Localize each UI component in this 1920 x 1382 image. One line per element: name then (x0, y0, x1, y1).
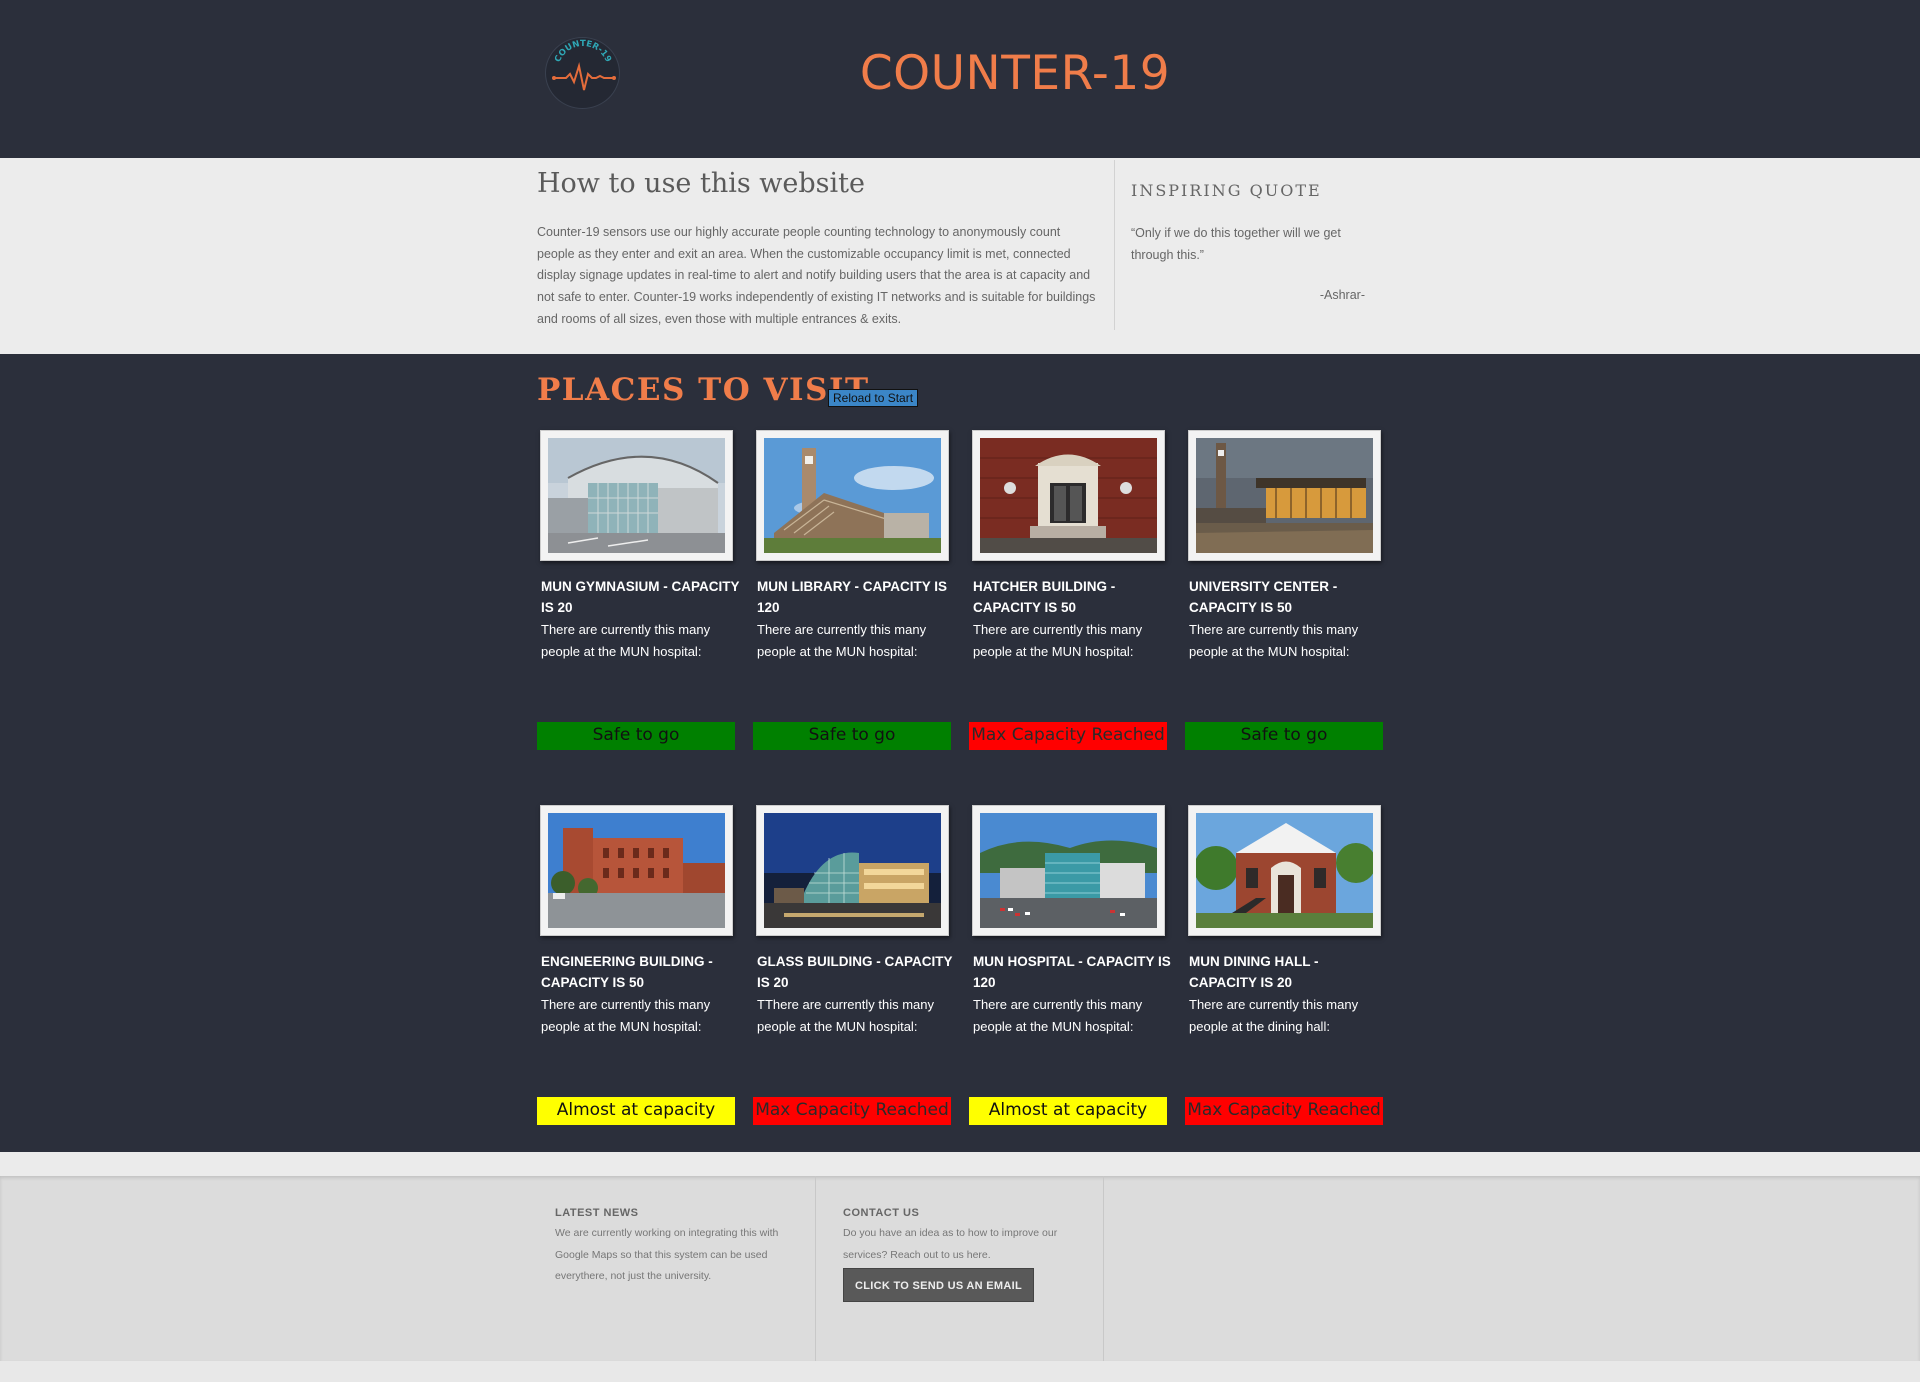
photo-frame (1188, 805, 1381, 936)
logo-text: COUNTER-19 (553, 39, 613, 64)
place-description: There are currently this many people at … (973, 622, 1143, 659)
photo-frame (1188, 430, 1381, 561)
status-badge: Safe to go (1185, 722, 1383, 750)
photo-frame (540, 805, 733, 936)
status-badge: Almost at capacity (537, 1097, 735, 1125)
university-center-photo[interactable] (1196, 438, 1373, 553)
status-badge: Max Capacity Reached (969, 722, 1167, 750)
place-title: GLASS BUILDING - CAPACITY IS 20 (757, 954, 953, 990)
how-to-text: Counter-19 sensors use our highly accura… (537, 225, 1096, 326)
library-photo[interactable] (764, 438, 941, 553)
places-title: PLACES TO VISIT (537, 372, 870, 408)
contact-title: CONTACT US (843, 1207, 920, 1219)
place-description: TThere are currently this many people at… (757, 997, 935, 1034)
status-badge: Safe to go (537, 722, 735, 750)
place-description: There are currently this many people at … (1189, 622, 1359, 659)
intro-divider (1114, 160, 1115, 330)
gymnasium-photo[interactable] (548, 438, 725, 553)
quote-title: INSPIRING QUOTE (1131, 181, 1322, 200)
place-description: There are currently this many people at … (541, 622, 711, 659)
footer-gap (0, 1152, 1920, 1176)
place-description: There are currently this many people at … (757, 622, 927, 659)
engineering-photo[interactable] (548, 813, 725, 928)
site-title: COUNTER-19 (859, 46, 1171, 101)
status-badge: Max Capacity Reached (753, 1097, 951, 1125)
place-description: There are currently this many people at … (973, 997, 1143, 1034)
footer-divider (815, 1176, 816, 1361)
footer-bottom (0, 1361, 1920, 1382)
photo-frame (756, 805, 949, 936)
counter19-logo[interactable]: COUNTER-19 (545, 37, 620, 109)
footer-divider (1103, 1176, 1104, 1361)
hospital-photo[interactable] (980, 813, 1157, 928)
place-description: There are currently this many people at … (1189, 997, 1359, 1034)
place-title: MUN DINING HALL - CAPACITY IS 20 (1189, 954, 1319, 990)
place-title: MUN GYMNASIUM - CAPACITY IS 20 (541, 579, 740, 615)
photo-frame (756, 430, 949, 561)
contact-text: Do you have an idea as to how to improve… (843, 1227, 1058, 1261)
latest-news-title: LATEST NEWS (555, 1207, 639, 1219)
photo-frame (972, 805, 1165, 936)
quote-text: “Only if we do this together will we get… (1131, 226, 1341, 262)
place-description: There are currently this many people at … (541, 997, 711, 1034)
status-badge: Safe to go (753, 722, 951, 750)
places-section (0, 354, 1920, 1152)
how-to-title: How to use this website (537, 168, 865, 199)
latest-news-text: We are currently working on integrating … (555, 1227, 779, 1282)
place-title: MUN LIBRARY - CAPACITY IS 120 (757, 579, 948, 615)
place-title: ENGINEERING BUILDING - CAPACITY IS 50 (541, 954, 713, 990)
place-title: HATCHER BUILDING - CAPACITY IS 50 (973, 579, 1116, 615)
glass-building-photo[interactable] (764, 813, 941, 928)
reload-button[interactable]: Reload to Start (828, 389, 919, 407)
status-badge: Max Capacity Reached (1185, 1097, 1383, 1125)
send-email-button[interactable]: CLICK TO SEND US AN EMAIL (843, 1268, 1034, 1302)
photo-frame (972, 430, 1165, 561)
hatcher-photo[interactable] (980, 438, 1157, 553)
quote-author: -Ashrar- (1319, 288, 1365, 302)
dining-hall-photo[interactable] (1196, 813, 1373, 928)
photo-frame (540, 430, 733, 561)
status-badge: Almost at capacity (969, 1097, 1167, 1125)
place-title: MUN HOSPITAL - CAPACITY IS 120 (973, 954, 1171, 990)
place-title: UNIVERSITY CENTER - CAPACITY IS 50 (1189, 579, 1338, 615)
